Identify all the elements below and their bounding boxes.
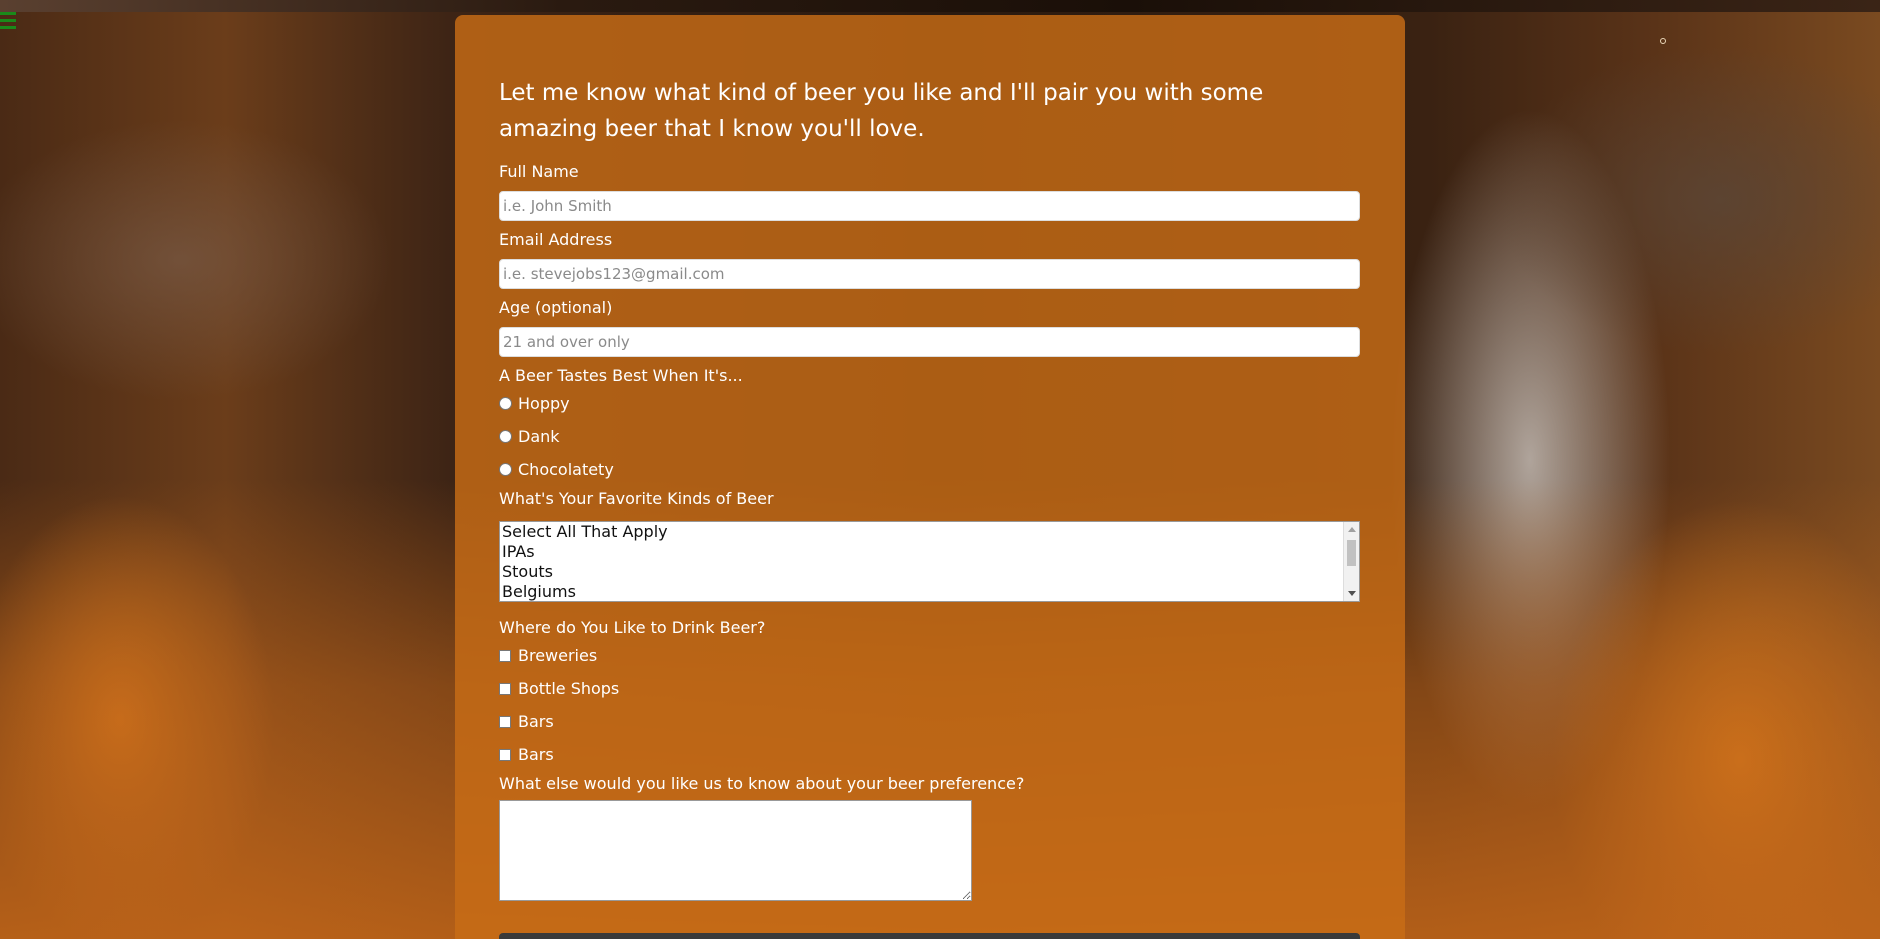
radio-button[interactable] bbox=[499, 397, 512, 410]
submit-button[interactable] bbox=[499, 933, 1360, 939]
radio-button[interactable] bbox=[499, 430, 512, 443]
checkbox-breweries[interactable]: Breweries bbox=[499, 639, 1360, 672]
checkbox[interactable] bbox=[499, 715, 511, 728]
list-option[interactable]: Stouts bbox=[500, 562, 1340, 582]
sparkle-icon bbox=[1660, 38, 1666, 44]
scroll-down-icon[interactable] bbox=[1348, 591, 1356, 596]
where-label: Where do You Like to Drink Beer? bbox=[499, 618, 766, 637]
email-label: Email Address bbox=[499, 230, 613, 249]
checkbox-bars[interactable]: Bars bbox=[499, 705, 1360, 738]
checkbox[interactable] bbox=[499, 748, 511, 761]
checkbox-label: Bars bbox=[518, 712, 554, 731]
checkbox-label: Bottle Shops bbox=[518, 679, 620, 698]
list-option[interactable]: IPAs bbox=[500, 542, 1340, 562]
beer-survey-form: Let me know what kind of beer you like a… bbox=[455, 15, 1405, 939]
top-stripe bbox=[0, 0, 1880, 12]
checkbox-bottle-shops[interactable]: Bottle Shops bbox=[499, 672, 1360, 705]
age-label: Age (optional) bbox=[499, 298, 613, 317]
scrollbar-thumb[interactable] bbox=[1347, 540, 1356, 566]
favorites-label: What's Your Favorite Kinds of Beer bbox=[499, 489, 774, 508]
comments-label: What else would you like us to know abou… bbox=[499, 774, 1025, 793]
comments-textarea[interactable] bbox=[499, 800, 972, 901]
radio-dank[interactable]: Dank bbox=[499, 420, 1360, 453]
list-option[interactable]: Belgiums bbox=[500, 582, 1340, 601]
hamburger-menu-icon[interactable] bbox=[0, 12, 18, 32]
checkbox[interactable] bbox=[499, 649, 511, 662]
checkbox-label: Bars bbox=[518, 745, 554, 764]
radio-label: Chocolatety bbox=[518, 460, 614, 479]
radio-hoppy[interactable]: Hoppy bbox=[499, 387, 1360, 420]
checkbox[interactable] bbox=[499, 682, 511, 695]
full-name-label: Full Name bbox=[499, 162, 579, 181]
age-input[interactable] bbox=[499, 327, 1360, 357]
listbox-scrollbar[interactable] bbox=[1343, 522, 1359, 601]
form-heading: Let me know what kind of beer you like a… bbox=[499, 80, 1264, 142]
radio-button[interactable] bbox=[499, 463, 512, 476]
checkbox-label: Breweries bbox=[518, 646, 598, 665]
list-option[interactable]: Select All That Apply bbox=[500, 522, 1340, 542]
full-name-input[interactable] bbox=[499, 191, 1360, 221]
checkbox-bars-2[interactable]: Bars bbox=[499, 738, 1360, 771]
taste-label: A Beer Tastes Best When It's... bbox=[499, 366, 743, 385]
email-input[interactable] bbox=[499, 259, 1360, 289]
radio-label: Hoppy bbox=[518, 394, 570, 413]
radio-label: Dank bbox=[518, 427, 560, 446]
radio-chocolatety[interactable]: Chocolatety bbox=[499, 453, 1360, 486]
scroll-up-icon[interactable] bbox=[1348, 527, 1356, 532]
favorites-multiselect[interactable]: Select All That Apply IPAs Stouts Belgiu… bbox=[499, 521, 1360, 602]
